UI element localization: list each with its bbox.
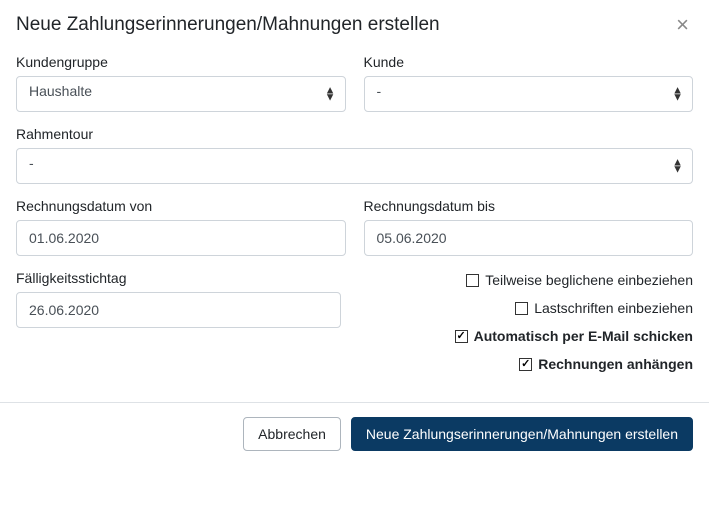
checkbox-lastschriften[interactable]: Lastschriften einbeziehen [515,300,693,316]
checkbox-rechnungen[interactable]: Rechnungen anhängen [519,356,693,372]
field-kunde: Kunde - ▲▼ [364,54,694,112]
field-rechnungsdatum-von: Rechnungsdatum von [16,198,346,256]
field-faelligkeitsstichtag: Fälligkeitsstichtag [16,270,341,328]
checkbox-email-label: Automatisch per E-Mail schicken [474,328,693,344]
select-kundengruppe-value: Haushalte [29,83,92,99]
input-rechnungsdatum-bis[interactable] [364,220,694,256]
input-rechnungsdatum-von[interactable] [16,220,346,256]
checkbox-options: Teilweise beglichene einbeziehen Lastsch… [359,272,693,372]
label-rechnungsdatum-bis: Rechnungsdatum bis [364,198,694,214]
label-faelligkeitsstichtag: Fälligkeitsstichtag [16,270,341,286]
select-rahmentour-value: - [29,155,34,171]
label-kundengruppe: Kundengruppe [16,54,346,70]
cancel-button[interactable]: Abbrechen [243,417,341,451]
modal-body: Kundengruppe Haushalte ▲▼ Kunde - ▲▼ [0,46,709,402]
checkbox-icon [455,330,468,343]
checkbox-lastschriften-label: Lastschriften einbeziehen [534,300,693,316]
select-rahmentour[interactable]: - [16,148,693,184]
select-kundengruppe[interactable]: Haushalte [16,76,346,112]
checkbox-icon [519,358,532,371]
modal-footer: Abbrechen Neue Zahlungserinnerungen/Mahn… [0,402,709,465]
input-faelligkeitsstichtag[interactable] [16,292,341,328]
field-rahmentour: Rahmentour - ▲▼ [16,126,693,184]
field-kundengruppe: Kundengruppe Haushalte ▲▼ [16,54,346,112]
modal-header: Neue Zahlungserinnerungen/Mahnungen erst… [0,0,709,46]
modal-title: Neue Zahlungserinnerungen/Mahnungen erst… [16,14,440,36]
select-kunde-value: - [377,83,382,99]
checkbox-teilweise[interactable]: Teilweise beglichene einbeziehen [466,272,693,288]
field-rechnungsdatum-bis: Rechnungsdatum bis [364,198,694,256]
checkbox-email[interactable]: Automatisch per E-Mail schicken [455,328,693,344]
submit-button[interactable]: Neue Zahlungserinnerungen/Mahnungen erst… [351,417,693,451]
checkbox-teilweise-label: Teilweise beglichene einbeziehen [485,272,693,288]
label-kunde: Kunde [364,54,694,70]
checkbox-icon [466,274,479,287]
label-rechnungsdatum-von: Rechnungsdatum von [16,198,346,214]
modal-dialog: Neue Zahlungserinnerungen/Mahnungen erst… [0,0,709,465]
select-kunde[interactable]: - [364,76,694,112]
label-rahmentour: Rahmentour [16,126,693,142]
checkbox-rechnungen-label: Rechnungen anhängen [538,356,693,372]
close-icon: × [676,12,689,37]
checkbox-icon [515,302,528,315]
close-button[interactable]: × [672,14,693,36]
